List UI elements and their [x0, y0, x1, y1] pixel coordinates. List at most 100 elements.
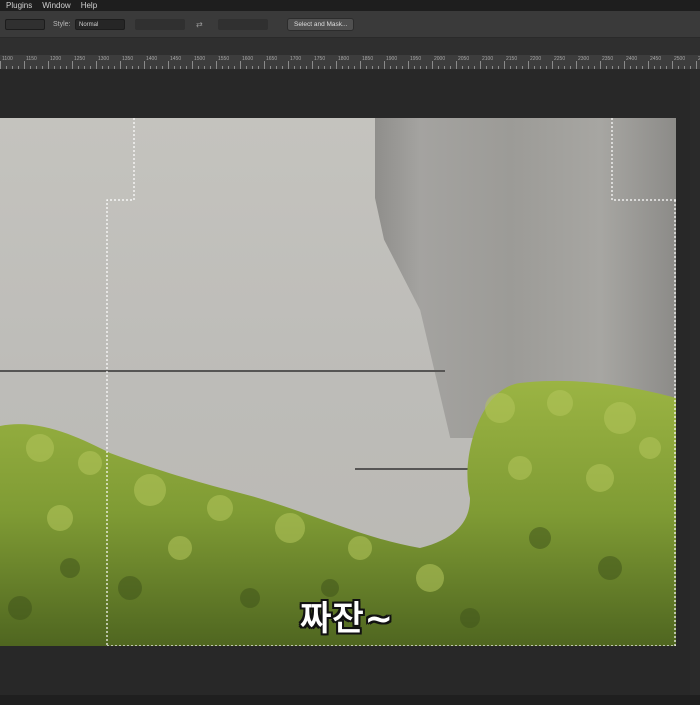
ruler-minor-tick	[258, 66, 259, 69]
ruler-minor-tick	[330, 66, 331, 69]
ruler-major-tick	[504, 61, 505, 69]
ruler-minor-tick	[516, 66, 517, 69]
ruler-label: 1550	[218, 56, 230, 62]
swap-icon[interactable]: ⇄	[196, 20, 203, 29]
select-and-mask-button[interactable]: Select and Mask...	[287, 17, 355, 31]
ruler-major-tick	[432, 61, 433, 69]
ruler-major-tick	[528, 61, 529, 69]
ruler-label: 2300	[578, 56, 590, 62]
ruler-minor-tick	[420, 66, 421, 69]
ruler-minor-tick	[450, 66, 451, 69]
ruler-minor-tick	[246, 66, 247, 69]
ruler-minor-tick	[252, 66, 253, 69]
options-bar: Style: Normal ⇄ Select and Mask...	[0, 11, 700, 38]
ruler-label: 2150	[506, 56, 518, 62]
ruler-minor-tick	[684, 66, 685, 69]
ruler-minor-tick	[546, 66, 547, 69]
ruler-minor-tick	[510, 66, 511, 69]
ruler-minor-tick	[210, 66, 211, 69]
ruler-minor-tick	[294, 66, 295, 69]
ruler-label: 2400	[626, 56, 638, 62]
ruler-label: 1800	[338, 56, 350, 62]
ruler-minor-tick	[564, 66, 565, 69]
width-field[interactable]	[135, 18, 185, 30]
ruler-major-tick	[96, 61, 97, 69]
ruler-minor-tick	[156, 66, 157, 69]
ruler-major-tick	[648, 61, 649, 69]
ruler-minor-tick	[270, 66, 271, 69]
ruler-minor-tick	[498, 66, 499, 69]
style-label: Style:	[53, 20, 71, 28]
ruler-label: 1950	[410, 56, 422, 62]
ruler-minor-tick	[396, 66, 397, 69]
ruler-minor-tick	[438, 66, 439, 69]
ruler-minor-tick	[348, 66, 349, 69]
ruler-minor-tick	[414, 66, 415, 69]
canvas-area[interactable]: 짜잔~	[0, 70, 700, 695]
ruler-label: 1300	[98, 56, 110, 62]
ruler-minor-tick	[366, 66, 367, 69]
ruler-minor-tick	[126, 66, 127, 69]
ruler-major-tick	[552, 61, 553, 69]
canvas-image[interactable]	[0, 118, 676, 646]
ruler-minor-tick	[474, 66, 475, 69]
ruler-minor-tick	[636, 66, 637, 69]
ruler-minor-tick	[486, 66, 487, 69]
marquee-selection[interactable]	[0, 118, 676, 646]
ruler-minor-tick	[102, 66, 103, 69]
ruler-minor-tick	[66, 66, 67, 69]
ruler-major-tick	[624, 61, 625, 69]
ruler-minor-tick	[606, 66, 607, 69]
ruler-minor-tick	[18, 66, 19, 69]
vertical-scrollbar[interactable]	[690, 70, 700, 695]
ruler-label: 1400	[146, 56, 158, 62]
ruler-minor-tick	[162, 66, 163, 69]
ruler-minor-tick	[150, 66, 151, 69]
ruler-minor-tick	[180, 66, 181, 69]
height-field[interactable]	[218, 18, 268, 30]
ruler-label: 1850	[362, 56, 374, 62]
ruler-minor-tick	[282, 66, 283, 69]
ruler-label: 1150	[26, 56, 37, 62]
ruler-minor-tick	[570, 66, 571, 69]
ruler-label: 1250	[74, 56, 86, 62]
ruler-minor-tick	[462, 66, 463, 69]
ruler-label: 1700	[290, 56, 302, 62]
ruler-minor-tick	[630, 66, 631, 69]
ruler-major-tick	[240, 61, 241, 69]
feather-field[interactable]	[5, 18, 45, 30]
ruler-major-tick	[672, 61, 673, 69]
ruler-major-tick	[600, 61, 601, 69]
ruler-minor-tick	[444, 66, 445, 69]
ruler-minor-tick	[426, 66, 427, 69]
ruler-label: 1900	[386, 56, 398, 62]
ruler-minor-tick	[492, 66, 493, 69]
ruler-label: 2450	[650, 56, 662, 62]
ruler-minor-tick	[84, 66, 85, 69]
style-select[interactable]: Normal	[75, 18, 125, 30]
ruler-label: 1100	[2, 56, 13, 62]
menu-help[interactable]: Help	[81, 0, 97, 11]
ruler-label: 2000	[434, 56, 446, 62]
menu-plugins[interactable]: Plugins	[6, 0, 32, 11]
menu-window[interactable]: Window	[42, 0, 70, 11]
ruler-label: 2050	[458, 56, 470, 62]
ruler-major-tick	[168, 61, 169, 69]
ruler-minor-tick	[228, 66, 229, 69]
ruler-major-tick	[264, 61, 265, 69]
ruler-minor-tick	[522, 66, 523, 69]
ruler-major-tick	[216, 61, 217, 69]
ruler-major-tick	[360, 61, 361, 69]
ruler-label: 1200	[50, 56, 62, 62]
ruler-minor-tick	[30, 66, 31, 69]
ruler-label: 1600	[242, 56, 254, 62]
ruler-minor-tick	[108, 66, 109, 69]
ruler-minor-tick	[114, 66, 115, 69]
ruler-minor-tick	[36, 66, 37, 69]
ruler-major-tick	[0, 61, 1, 69]
ruler-minor-tick	[12, 66, 13, 69]
ruler-label: 1350	[122, 56, 134, 62]
ruler-minor-tick	[534, 66, 535, 69]
ruler-minor-tick	[90, 66, 91, 69]
menu-bar: Plugins Window Help	[0, 0, 700, 11]
